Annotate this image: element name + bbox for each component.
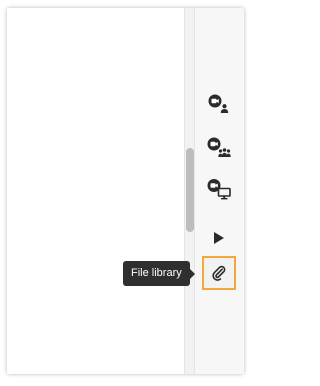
side-panel-window: File library	[7, 8, 244, 374]
tooltip-arrow	[189, 269, 195, 279]
tooltip-text: File library	[131, 267, 182, 279]
paperclip-icon	[210, 264, 228, 282]
file-library-button[interactable]	[202, 256, 236, 290]
video-call-person-icon	[206, 92, 232, 114]
video-screen-share-icon	[206, 178, 232, 200]
one-on-one-video-call-button[interactable]	[202, 86, 236, 120]
video-call-group-icon	[206, 136, 232, 158]
screen-share-button[interactable]	[202, 172, 236, 206]
play-icon	[212, 231, 226, 245]
file-library-tooltip: File library	[123, 261, 195, 286]
group-video-call-button[interactable]	[202, 130, 236, 164]
play-button[interactable]	[202, 221, 236, 255]
scrollbar-track[interactable]	[184, 8, 195, 374]
vertical-toolbar	[195, 8, 244, 374]
content-panel	[7, 8, 184, 374]
scrollbar-thumb[interactable]	[186, 148, 194, 232]
